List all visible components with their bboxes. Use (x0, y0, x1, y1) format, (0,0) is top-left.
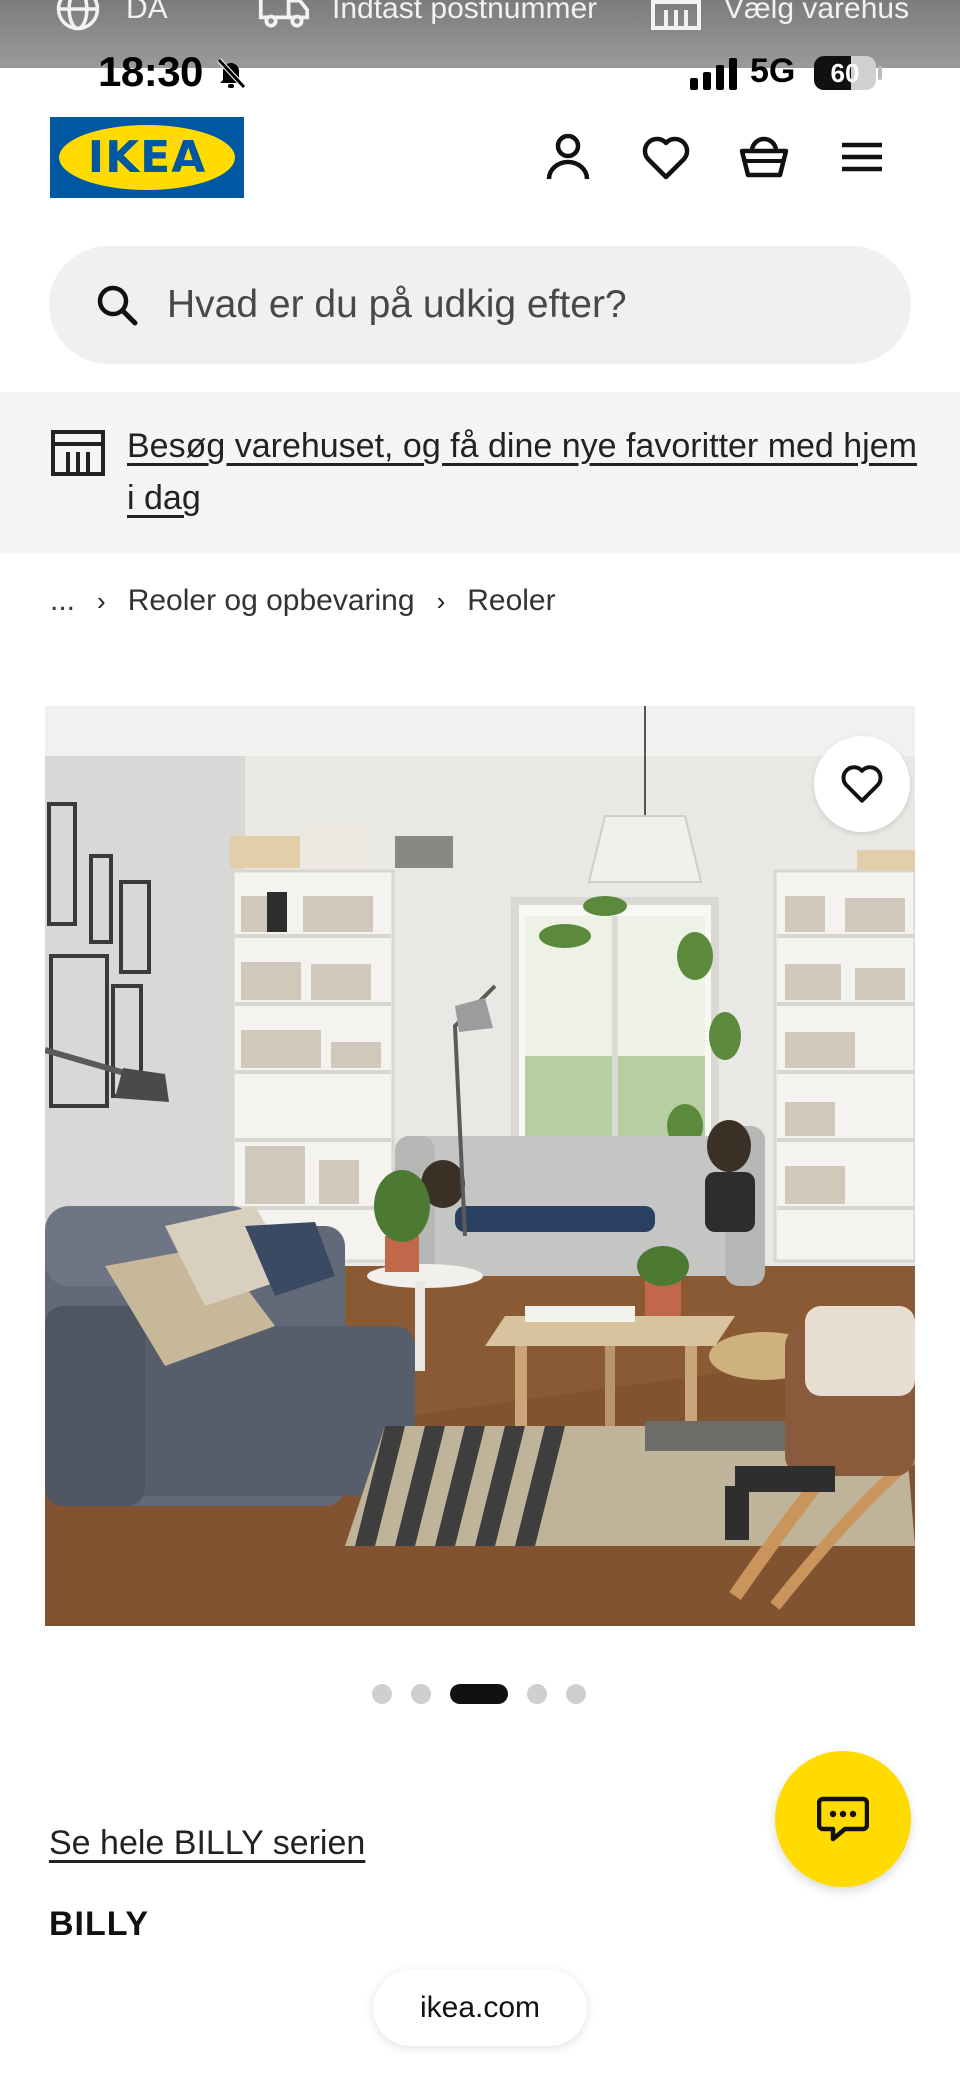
status-bar: 18:30 5G 60 (0, 44, 960, 100)
chat-button[interactable] (775, 1751, 911, 1887)
heart-icon (841, 765, 883, 803)
network-type: 5G (750, 52, 796, 90)
store-icon (651, 0, 701, 30)
battery-icon: 60 (814, 56, 876, 90)
chat-icon (817, 1796, 869, 1842)
chevron-right-icon: › (97, 585, 106, 616)
site-header: IKEA (0, 117, 960, 199)
carousel-dot[interactable] (372, 1684, 392, 1704)
store-selector[interactable]: Vælg varehus (650, 0, 909, 32)
menu-icon[interactable] (836, 131, 888, 183)
store-visit-link[interactable]: Besøg varehuset, og få dine nye favoritt… (127, 420, 917, 524)
url-text: ikea.com (419, 1991, 541, 2024)
postcode-label: Indtast postnummer (332, 0, 598, 25)
battery-percent: 60 (830, 58, 860, 88)
carousel-dot[interactable] (411, 1684, 431, 1704)
store-icon (51, 430, 105, 476)
carousel-dot-active[interactable] (450, 1684, 508, 1704)
product-image[interactable] (45, 706, 915, 1626)
status-time: 18:30 (98, 48, 203, 95)
chevron-right-icon: › (436, 585, 446, 616)
search-input[interactable]: Hvad er du på udkig efter? (49, 246, 911, 364)
living-room-photo (45, 706, 915, 1626)
battery-cap (878, 66, 882, 80)
user-icon[interactable] (542, 131, 594, 183)
series-link[interactable]: Se hele BILLY serien (49, 1824, 365, 1863)
logo-text: IKEA (87, 132, 207, 183)
bell-muted-icon (217, 58, 246, 89)
add-to-favourites-button[interactable] (814, 736, 910, 832)
signal-icon (690, 58, 737, 90)
truck-icon (258, 0, 310, 28)
carousel-dot[interactable] (527, 1684, 547, 1704)
breadcrumb-item-shelving-storage[interactable]: Reoler og opbevaring (128, 584, 415, 618)
store-visit-banner: Besøg varehuset, og få dine nye favoritt… (0, 392, 960, 553)
breadcrumb: ... › Reoler og opbevaring › Reoler (50, 584, 556, 618)
store-label: Vælg varehus (724, 0, 910, 25)
breadcrumb-item-shelves[interactable]: Reoler (467, 584, 555, 618)
product-name: BILLY (49, 1905, 150, 1943)
carousel-dot[interactable] (566, 1684, 586, 1704)
language-selector[interactable]: DA (52, 0, 168, 32)
language-label: DA (126, 0, 168, 25)
search-placeholder: Hvad er du på udkig efter? (167, 283, 627, 326)
search-icon (97, 285, 138, 326)
globe-icon (56, 0, 100, 31)
postcode-selector[interactable]: Indtast postnummer (258, 0, 597, 32)
browser-url-bar[interactable]: ikea.com (373, 1970, 587, 2046)
breadcrumb-ellipsis[interactable]: ... (50, 584, 75, 618)
heart-icon[interactable] (640, 131, 692, 183)
basket-icon[interactable] (738, 131, 790, 183)
ikea-logo[interactable]: IKEA (50, 117, 244, 198)
